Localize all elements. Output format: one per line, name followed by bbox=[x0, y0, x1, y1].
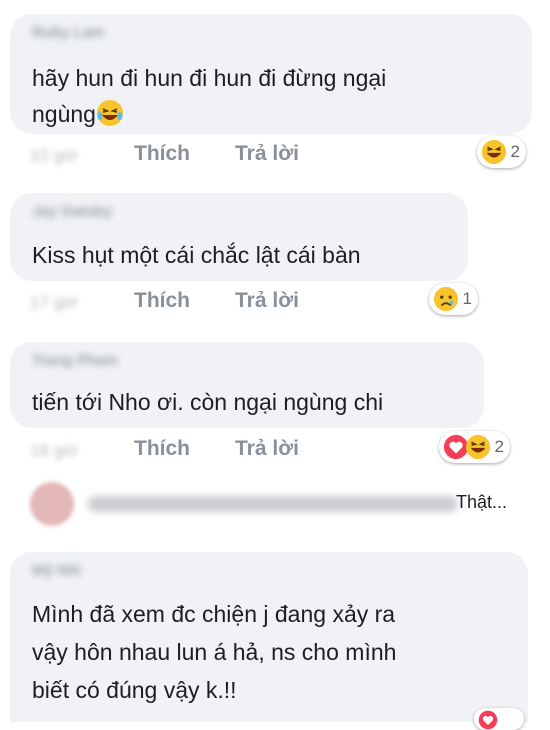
like-button[interactable]: Thích bbox=[134, 289, 190, 313]
love-icon bbox=[478, 710, 498, 730]
comment-author[interactable]: Ruby Lam bbox=[32, 24, 105, 41]
comment-author[interactable]: Mỹ Nhi bbox=[32, 562, 81, 579]
comment-text-fragment: ngùng bbox=[32, 101, 96, 127]
comment-bubble: Mỹ Nhi Mình đã xem đc chiện j đang xảy r… bbox=[10, 552, 528, 722]
reply-button[interactable]: Trả lời bbox=[235, 437, 299, 461]
reply-preview-text[interactable]: Thật... bbox=[456, 492, 507, 513]
comment-text-line: ngùng bbox=[32, 96, 124, 132]
comment-bubble: Jay Gatsby Kiss hụt một cái chắc lật cái… bbox=[10, 193, 468, 281]
comment-author[interactable]: Jay Gatsby bbox=[32, 203, 112, 220]
reply-button[interactable]: Trả lời bbox=[235, 142, 299, 166]
reaction-summary[interactable]: 2 bbox=[476, 136, 526, 168]
comment-timestamp[interactable]: 10 giờ bbox=[30, 146, 78, 166]
comment-meta: 18 giờ Thích Trả lời 2 bbox=[30, 431, 540, 467]
avatar[interactable] bbox=[30, 482, 74, 526]
comment-text-line: vậy hôn nhau lun á hả, ns cho mình bbox=[32, 639, 397, 665]
sad-emoji-icon bbox=[433, 286, 458, 312]
comment-timestamp[interactable]: 17 giờ bbox=[30, 293, 78, 313]
comment-author[interactable]: Trang Pham bbox=[32, 352, 118, 369]
comment-text-line: biết có đúng vậy k.!! bbox=[32, 677, 237, 703]
laughing-emoji-icon bbox=[465, 434, 490, 460]
laughing-emoji-icon bbox=[96, 100, 123, 126]
collapsed-reply-row[interactable]: Thật... bbox=[30, 478, 550, 534]
comment-bubble: Ruby Lam hãy hun đi hun đi hun đi đừng n… bbox=[10, 14, 532, 134]
like-button[interactable]: Thích bbox=[134, 142, 190, 166]
reaction-count: 2 bbox=[510, 142, 520, 161]
comment-meta: 10 giờ Thích Trả lời 2 bbox=[30, 136, 540, 172]
comment-text-line: hãy hun đi hun đi hun đi đừng ngại bbox=[32, 65, 387, 91]
reply-button[interactable]: Trả lời bbox=[235, 289, 299, 313]
comment-meta: 17 giờ Thích Trả lời 1 bbox=[30, 283, 540, 319]
reaction-summary[interactable]: 1 bbox=[428, 283, 478, 315]
laughing-emoji-icon bbox=[481, 139, 506, 165]
reaction-count: 1 bbox=[462, 289, 472, 308]
reaction-count: 2 bbox=[494, 437, 504, 456]
comment-text-line: tiến tới Nho ơi. còn ngại ngùng chi bbox=[32, 389, 384, 415]
comment-bubble: Trang Pham tiến tới Nho ơi. còn ngại ngù… bbox=[10, 342, 484, 428]
comment-timestamp[interactable]: 18 giờ bbox=[30, 441, 78, 461]
reaction-summary[interactable]: 2 bbox=[438, 431, 510, 463]
reply-preview-blurred bbox=[88, 496, 458, 512]
reaction-summary-partial[interactable] bbox=[474, 708, 524, 730]
comment-text-line: Kiss hụt một cái chắc lật cái bàn bbox=[32, 242, 361, 268]
comment-text-line: Mình đã xem đc chiện j đang xảy ra bbox=[32, 601, 396, 627]
like-button[interactable]: Thích bbox=[134, 437, 190, 461]
